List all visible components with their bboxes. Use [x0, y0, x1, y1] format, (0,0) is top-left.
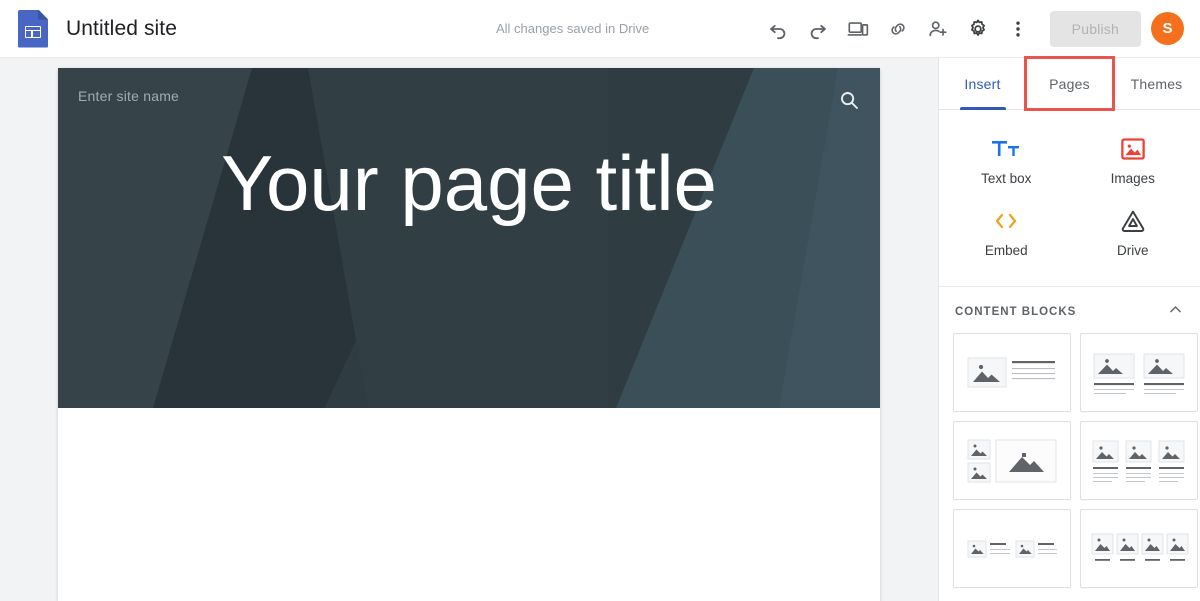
save-status: All changes saved in Drive: [496, 21, 650, 36]
redo-button[interactable]: [798, 9, 838, 49]
insert-items-grid: Text box Images Embed Drive: [939, 110, 1200, 286]
google-drive-icon: [1120, 208, 1146, 234]
link-icon: [887, 18, 909, 40]
tab-insert[interactable]: Insert: [939, 58, 1026, 109]
page-title[interactable]: Your page title: [58, 139, 880, 227]
search-icon: [837, 92, 861, 116]
page-banner[interactable]: Enter site name Your page title: [58, 68, 880, 408]
content-blocks-grid: [953, 333, 1198, 588]
insert-text-box-label: Text box: [981, 171, 1032, 186]
share-button[interactable]: [918, 9, 958, 49]
site-title[interactable]: Untitled site: [66, 17, 177, 41]
insert-embed-label: Embed: [984, 243, 1028, 258]
text-box-icon: [991, 136, 1021, 162]
content-block-three-images-with-captions[interactable]: [1080, 421, 1198, 500]
content-block-image-left-text-right[interactable]: [953, 333, 1071, 412]
publish-button[interactable]: Publish: [1049, 10, 1141, 47]
logo-fold: [38, 9, 48, 20]
insert-embed[interactable]: Embed: [943, 200, 1070, 272]
insert-images[interactable]: Images: [1070, 128, 1197, 200]
more-vert-icon: [1007, 18, 1029, 40]
tab-themes[interactable]: Themes: [1113, 58, 1200, 109]
top-toolbar: Untitled site All changes saved in Drive: [0, 0, 1200, 58]
panel-tabs: Insert Pages Themes: [939, 56, 1200, 111]
content-block-four-images-with-labels[interactable]: [1080, 509, 1198, 588]
undo-button[interactable]: [758, 9, 798, 49]
avatar[interactable]: S: [1151, 12, 1184, 45]
workspace: Enter site name Your page title Insert P…: [0, 56, 1200, 601]
redo-icon: [807, 18, 829, 40]
image-icon: [1120, 136, 1146, 162]
insert-drive[interactable]: Drive: [1070, 200, 1197, 272]
undo-icon: [767, 18, 789, 40]
content-block-two-images-with-captions[interactable]: [1080, 333, 1198, 412]
copy-link-button[interactable]: [878, 9, 918, 49]
content-blocks-title: CONTENT BLOCKS: [955, 306, 1077, 318]
insert-images-label: Images: [1110, 171, 1155, 186]
canvas-area: Enter site name Your page title: [0, 58, 938, 601]
content-blocks-header[interactable]: CONTENT BLOCKS: [939, 286, 1200, 333]
insert-text-box[interactable]: Text box: [943, 128, 1070, 200]
content-blocks-list: [939, 333, 1200, 601]
google-sites-logo[interactable]: [18, 9, 48, 48]
banner-search-button[interactable]: [837, 88, 861, 112]
banner-shape-c: [308, 68, 608, 408]
content-block-two-image-text-pairs[interactable]: [953, 509, 1071, 588]
page-card: Enter site name Your page title: [58, 68, 880, 601]
insert-panel: Insert Pages Themes Text box Images Embe…: [938, 56, 1200, 601]
page-body[interactable]: [58, 408, 880, 601]
add-person-icon: [927, 18, 949, 40]
more-options-button[interactable]: [998, 9, 1038, 49]
chevron-up-icon[interactable]: [1167, 301, 1184, 323]
toolbar-actions: Publish S: [758, 9, 1190, 49]
preview-button[interactable]: [838, 9, 878, 49]
site-name-input[interactable]: Enter site name: [78, 88, 179, 104]
logo-glyph: [25, 25, 41, 39]
tab-pages[interactable]: Pages: [1024, 56, 1115, 111]
device-preview-icon: [847, 18, 869, 40]
embed-code-icon: [991, 208, 1021, 234]
insert-drive-label: Drive: [1116, 243, 1149, 258]
content-block-two-small-images-one-large[interactable]: [953, 421, 1071, 500]
gear-icon: [967, 18, 989, 40]
settings-button[interactable]: [958, 9, 998, 49]
